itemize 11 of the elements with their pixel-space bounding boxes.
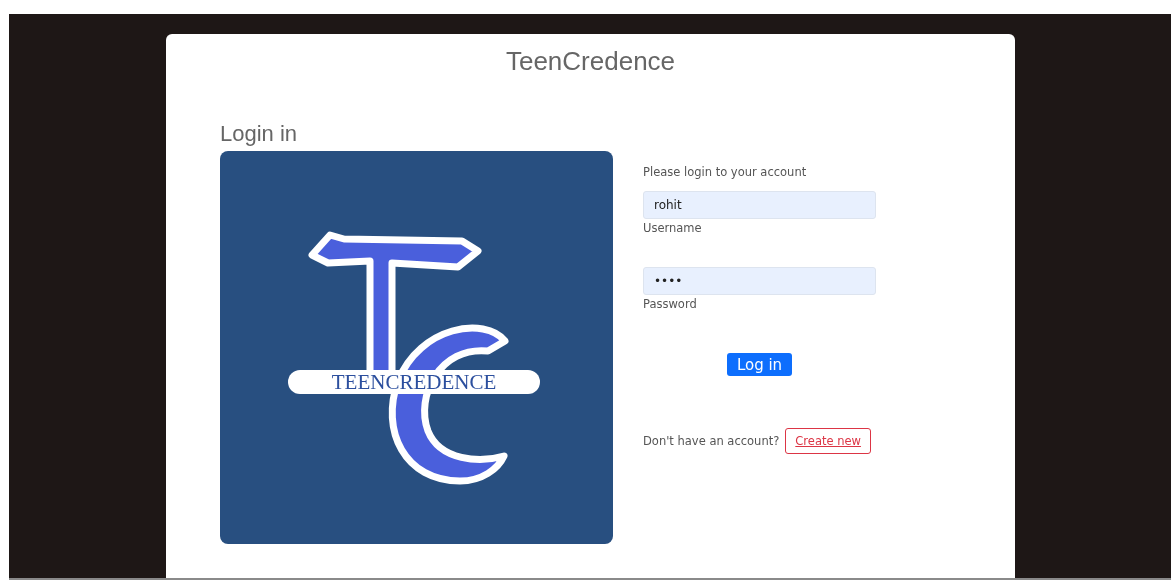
field-label: Username — [643, 221, 703, 235]
input-field[interactable]: rohit — [643, 191, 876, 219]
signup-prompt: Don't have an account? — [643, 434, 780, 448]
site-title: TeenCredence — [505, 46, 676, 77]
page-heading: Login in — [220, 121, 298, 147]
field-label: Password — [643, 297, 698, 311]
login-button[interactable]: Log in — [726, 353, 793, 376]
logo-text: TEENCREDENCE — [331, 370, 497, 394]
create-account-button[interactable]: Create new — [785, 428, 871, 454]
form-intro: Please login to your account — [643, 165, 808, 179]
input-field[interactable]: •••• — [643, 267, 876, 295]
